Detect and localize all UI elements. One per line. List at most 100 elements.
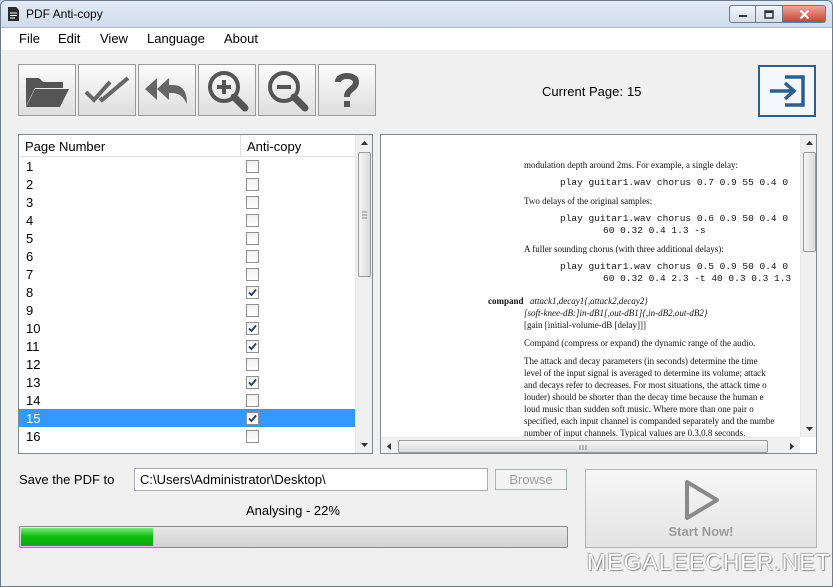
check-all-button[interactable] [78,64,136,116]
preview-horizontal-scroll-thumb[interactable] [398,440,768,453]
anti-copy-checkbox[interactable] [246,268,259,281]
page-number-cell: 4 [26,213,34,228]
open-folder-button[interactable] [18,64,76,116]
app-window: PDF Anti-copy File Edit View Language Ab… [0,0,833,587]
preview-line: Compand (compress or expand) the dynamic… [524,338,756,348]
page-list-scrollbar[interactable] [355,135,372,453]
scroll-down-icon[interactable] [801,420,817,437]
maximize-button[interactable] [756,5,783,23]
table-row[interactable]: 2 [19,175,355,193]
checkmark-icon [248,288,257,297]
page-number-cell: 13 [26,375,41,390]
check-all-icon [84,76,130,103]
grip-icon [579,445,587,450]
table-row[interactable]: 13 [19,373,355,391]
start-now-button[interactable]: Start Now! [585,469,817,548]
minimize-button[interactable] [729,5,756,23]
anti-copy-checkbox[interactable] [246,430,259,443]
pdf-app-icon [8,7,19,21]
page-number-cell: 8 [26,285,34,300]
menu-language[interactable]: Language [147,31,205,46]
anti-copy-checkbox[interactable] [246,322,259,335]
table-row[interactable]: 1 [19,157,355,175]
anti-copy-checkbox[interactable] [246,304,259,317]
watermark-text: MEGALEECHER.NET [587,549,831,575]
table-row[interactable]: 11 [19,337,355,355]
preview-horizontal-scrollbar[interactable] [381,437,800,454]
preview-line: number of input channels. Typical values… [524,428,746,437]
table-row[interactable]: 10 [19,319,355,337]
save-path-input[interactable] [134,468,488,491]
preview-line: louder) should be shorter than the decay… [524,392,764,402]
title-bar[interactable]: PDF Anti-copy [1,1,832,28]
table-row[interactable]: 9 [19,301,355,319]
preview-line: The attack and decay parameters (in seco… [524,356,758,366]
preview-line: level of the input signal is averaged to… [524,368,766,378]
current-page-label: Current Page: [542,84,623,99]
anti-copy-checkbox[interactable] [246,286,259,299]
anti-copy-checkbox[interactable] [246,196,259,209]
anti-copy-column-header[interactable]: Anti-copy [247,139,301,154]
help-button[interactable] [318,64,376,116]
undo-all-icon [145,78,187,104]
page-number-cell: 5 [26,231,34,246]
table-row[interactable]: 15 [19,409,355,427]
preview-vertical-scroll-thumb[interactable] [803,152,816,252]
page-number-cell: 1 [26,159,34,174]
status-text: Analysing - 22% [246,503,340,518]
menu-view[interactable]: View [100,31,128,46]
scroll-left-icon[interactable] [381,438,398,454]
scroll-up-icon[interactable] [801,135,817,152]
table-row[interactable]: 7 [19,265,355,283]
page-number-cell: 6 [26,249,34,264]
page-list-scroll-thumb[interactable] [358,152,371,277]
table-row[interactable]: 14 [19,391,355,409]
anti-copy-checkbox[interactable] [246,160,259,173]
table-row[interactable]: 5 [19,229,355,247]
start-now-label: Start Now! [668,524,734,539]
table-row[interactable]: 12 [19,355,355,373]
table-row[interactable]: 16 [19,427,355,445]
table-row[interactable]: 8 [19,283,355,301]
preview-line: Two delays of the original samples: [524,196,653,206]
table-row[interactable]: 4 [19,211,355,229]
menu-about[interactable]: About [224,31,258,46]
anti-copy-checkbox[interactable] [246,340,259,353]
anti-copy-checkbox[interactable] [246,232,259,245]
zoom-in-button[interactable] [198,64,256,116]
page-list[interactable]: Page Number Anti-copy 1 2 3 4 5 6 7 8 9 10 11 12 13 1… [18,134,373,454]
page-preview[interactable]: modulation depth around 2ms. For example… [380,134,817,454]
column-separator[interactable] [240,135,241,157]
anti-copy-checkbox[interactable] [246,376,259,389]
page-number-cell: 12 [26,357,41,372]
anti-copy-checkbox[interactable] [246,214,259,227]
table-row[interactable]: 3 [19,193,355,211]
menu-edit[interactable]: Edit [58,31,80,46]
preview-vertical-scrollbar[interactable] [800,135,817,437]
anti-copy-checkbox[interactable] [246,358,259,371]
scroll-right-icon[interactable] [783,438,800,454]
page-number-cell: 3 [26,195,34,210]
checkmark-icon [248,414,257,423]
anti-copy-checkbox[interactable] [246,178,259,191]
zoom-out-icon [268,71,309,112]
exit-icon [770,75,805,107]
page-number-cell: 2 [26,177,34,192]
checkmark-icon [248,324,257,333]
preview-line: and decays refer to decreases. For most … [524,380,767,390]
undo-all-button[interactable] [138,64,196,116]
anti-copy-checkbox[interactable] [246,412,259,425]
anti-copy-checkbox[interactable] [246,250,259,263]
anti-copy-checkbox[interactable] [246,394,259,407]
scroll-up-icon[interactable] [356,135,373,152]
table-row[interactable]: 6 [19,247,355,265]
zoom-out-button[interactable] [258,64,316,116]
browse-button[interactable]: Browse [495,469,567,490]
scroll-down-icon[interactable] [356,436,373,453]
page-number-column-header[interactable]: Page Number [25,139,105,154]
window-controls [729,5,826,23]
exit-button[interactable] [758,65,816,117]
zoom-in-icon [208,71,249,112]
close-button[interactable] [783,5,826,23]
menu-file[interactable]: File [19,31,40,46]
